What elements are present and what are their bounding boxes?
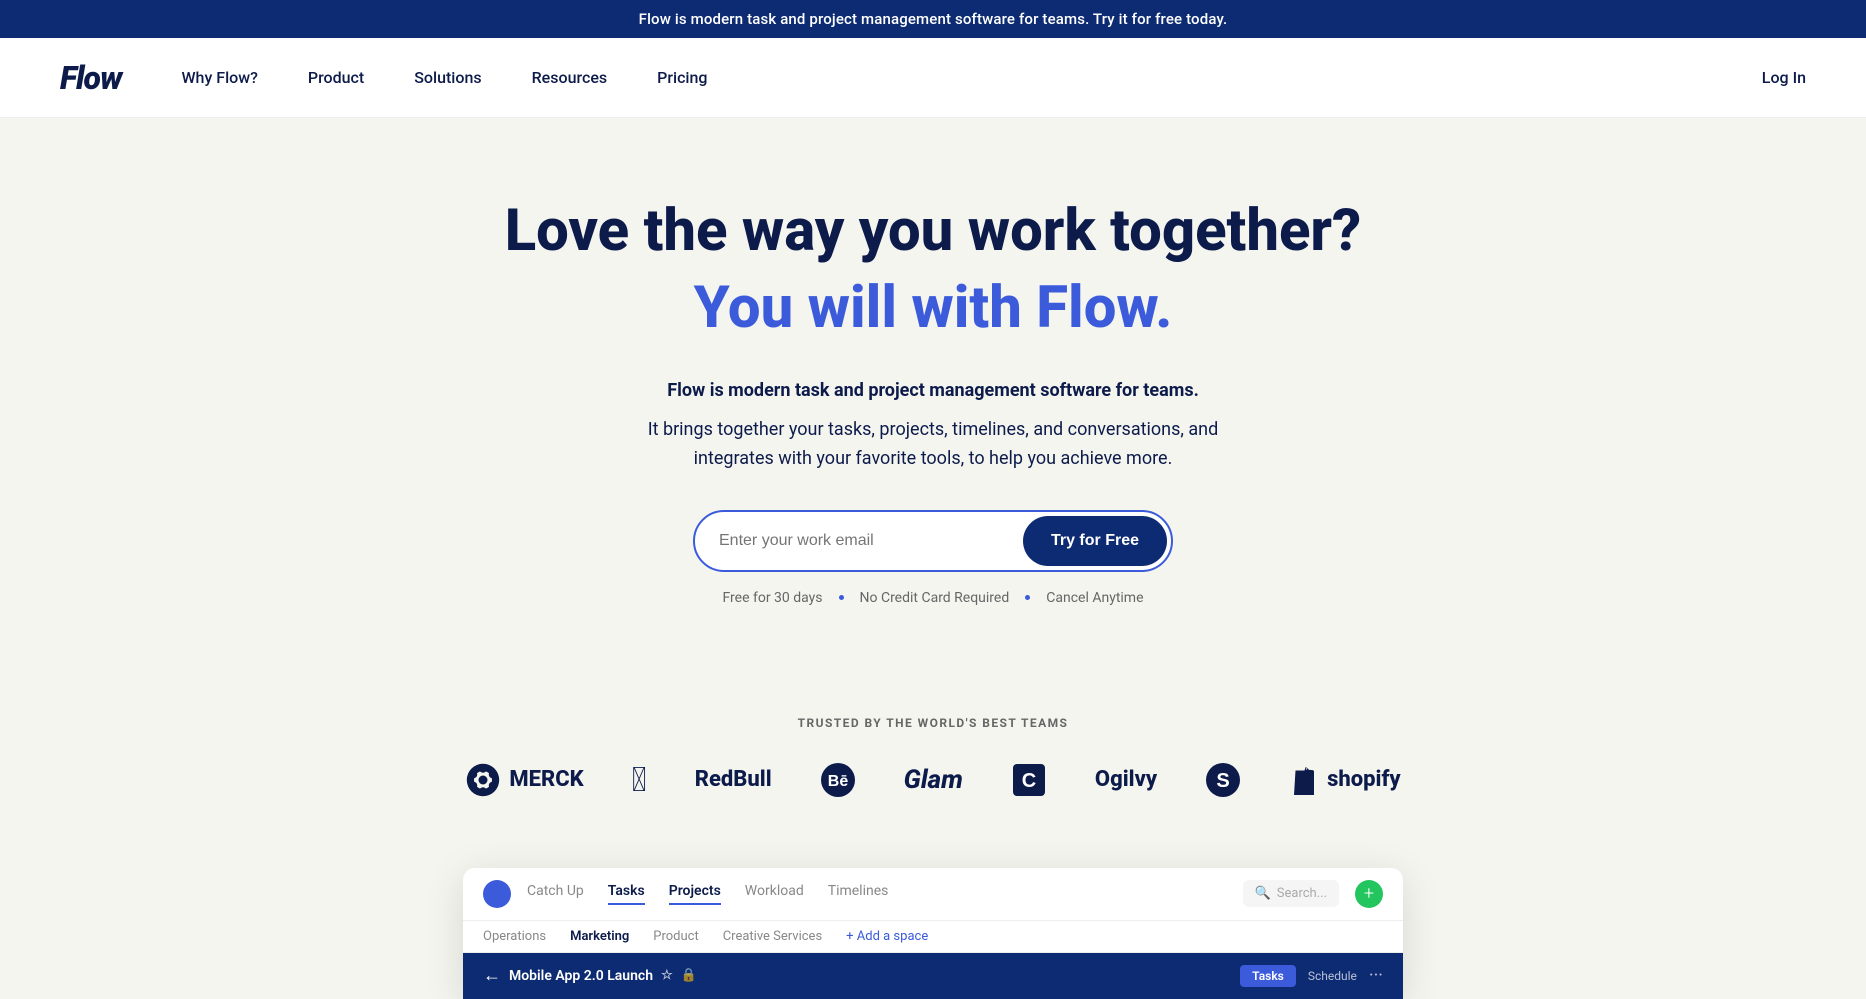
- nav-product[interactable]: Product: [308, 68, 364, 87]
- svg-text:S: S: [1216, 770, 1229, 792]
- project-name: Mobile App 2.0 Launch: [509, 968, 653, 984]
- email-input[interactable]: [695, 516, 1019, 566]
- schedule-view-button[interactable]: Schedule: [1308, 969, 1357, 983]
- merck-icon: [465, 762, 501, 798]
- navbar: Flow Why Flow? Product Solutions Resourc…: [0, 38, 1866, 118]
- ogilvy-label: Ogilvy: [1095, 767, 1157, 792]
- subtab-marketing[interactable]: Marketing: [570, 929, 629, 944]
- nav-why-flow[interactable]: Why Flow?: [181, 68, 257, 87]
- search-icon: 🔍: [1255, 886, 1271, 901]
- behance-logo: Bē: [820, 762, 856, 798]
- tab-projects[interactable]: Projects: [669, 883, 721, 905]
- trusted-section: TRUSTED BY THE WORLD'S BEST TEAMS MERCK …: [0, 666, 1866, 828]
- glam-logo: Glam: [904, 765, 963, 795]
- try-for-free-button[interactable]: Try for Free: [1023, 516, 1167, 566]
- app-window: Catch Up Tasks Projects Workload Timelin…: [463, 868, 1403, 999]
- app-preview-section: Catch Up Tasks Projects Workload Timelin…: [0, 828, 1866, 999]
- fine-print-card: No Credit Card Required: [860, 590, 1010, 606]
- dot-separator-2: [1025, 595, 1030, 600]
- subtab-product[interactable]: Product: [653, 929, 698, 944]
- fine-print: Free for 30 days No Credit Card Required…: [20, 590, 1846, 606]
- hero-title-line1: Love the way you work together?: [20, 198, 1846, 265]
- merck-label: MERCK: [509, 767, 583, 792]
- app-avatar: [483, 880, 511, 908]
- app-subtabs: Operations Marketing Product Creative Se…: [463, 921, 1403, 953]
- hero-section: Love the way you work together? You will…: [0, 118, 1866, 666]
- apple-icon: : [632, 763, 647, 797]
- subtab-creative[interactable]: Creative Services: [723, 929, 822, 944]
- sketch-icon: S: [1205, 762, 1241, 798]
- tab-tasks[interactable]: Tasks: [608, 883, 645, 905]
- app-tabs: Catch Up Tasks Projects Workload Timelin…: [527, 883, 1227, 905]
- logo[interactable]: Flow: [60, 59, 121, 97]
- nav-solutions[interactable]: Solutions: [414, 68, 481, 87]
- app-search[interactable]: 🔍 Search...: [1243, 880, 1339, 907]
- redbull-logo: RedBull: [695, 767, 772, 792]
- banner-text: Flow is modern task and project manageme…: [639, 10, 1228, 28]
- apple-logo: : [632, 763, 647, 797]
- dot-separator-1: [839, 595, 844, 600]
- nav-resources[interactable]: Resources: [532, 68, 608, 87]
- hero-subtitle-bold: Flow is modern task and project manageme…: [613, 377, 1253, 406]
- tab-workload[interactable]: Workload: [745, 883, 804, 905]
- tab-timelines[interactable]: Timelines: [828, 883, 889, 905]
- brand-logos: MERCK  RedBull Bē Glam C: [20, 762, 1846, 798]
- project-bar-left: ← Mobile App 2.0 Launch ☆ 🔒: [483, 965, 697, 986]
- svg-text:Bē: Bē: [827, 773, 848, 790]
- behance-icon: Bē: [820, 762, 856, 798]
- shopify-label: shopify: [1327, 767, 1401, 792]
- shopify-logo: shopify: [1289, 763, 1401, 797]
- search-placeholder: Search...: [1277, 886, 1327, 901]
- sketch-logo: S: [1205, 762, 1241, 798]
- email-form: Try for Free: [20, 510, 1846, 572]
- add-button[interactable]: +: [1355, 880, 1383, 908]
- trusted-label: TRUSTED BY THE WORLD'S BEST TEAMS: [20, 716, 1846, 730]
- app-project-bar: ← Mobile App 2.0 Launch ☆ 🔒 Tasks Schedu…: [463, 953, 1403, 999]
- more-options-button[interactable]: ···: [1369, 965, 1383, 986]
- login-link[interactable]: Log In: [1762, 68, 1806, 87]
- hero-description: It brings together your tasks, projects,…: [613, 416, 1253, 474]
- tasks-view-button[interactable]: Tasks: [1240, 965, 1296, 987]
- nav-links: Why Flow? Product Solutions Resources Pr…: [181, 68, 1761, 87]
- fine-print-cancel: Cancel Anytime: [1046, 590, 1143, 606]
- tab-catchup[interactable]: Catch Up: [527, 883, 584, 905]
- star-icon[interactable]: ☆: [661, 968, 673, 983]
- subtab-operations[interactable]: Operations: [483, 929, 546, 944]
- email-input-wrapper: Try for Free: [693, 510, 1173, 572]
- nav-pricing[interactable]: Pricing: [657, 68, 707, 87]
- subtab-add-space[interactable]: + Add a space: [846, 929, 928, 944]
- hero-title-line2: You will with Flow.: [20, 275, 1846, 342]
- back-arrow-icon[interactable]: ←: [483, 965, 501, 986]
- project-bar-right: Tasks Schedule ···: [1240, 965, 1383, 987]
- app-topbar: Catch Up Tasks Projects Workload Timelin…: [463, 868, 1403, 921]
- carhartt-logo: C: [1011, 762, 1047, 798]
- carhartt-icon: C: [1011, 762, 1047, 798]
- shopify-bag-icon: [1289, 763, 1319, 797]
- ogilvy-logo: Ogilvy: [1095, 767, 1157, 792]
- fine-print-days: Free for 30 days: [722, 590, 822, 606]
- glam-label: Glam: [904, 765, 963, 795]
- svg-text:C: C: [1022, 770, 1036, 792]
- announcement-banner: Flow is modern task and project manageme…: [0, 0, 1866, 38]
- redbull-label: RedBull: [695, 767, 772, 792]
- lock-icon: 🔒: [681, 968, 697, 983]
- merck-logo: MERCK: [465, 762, 583, 798]
